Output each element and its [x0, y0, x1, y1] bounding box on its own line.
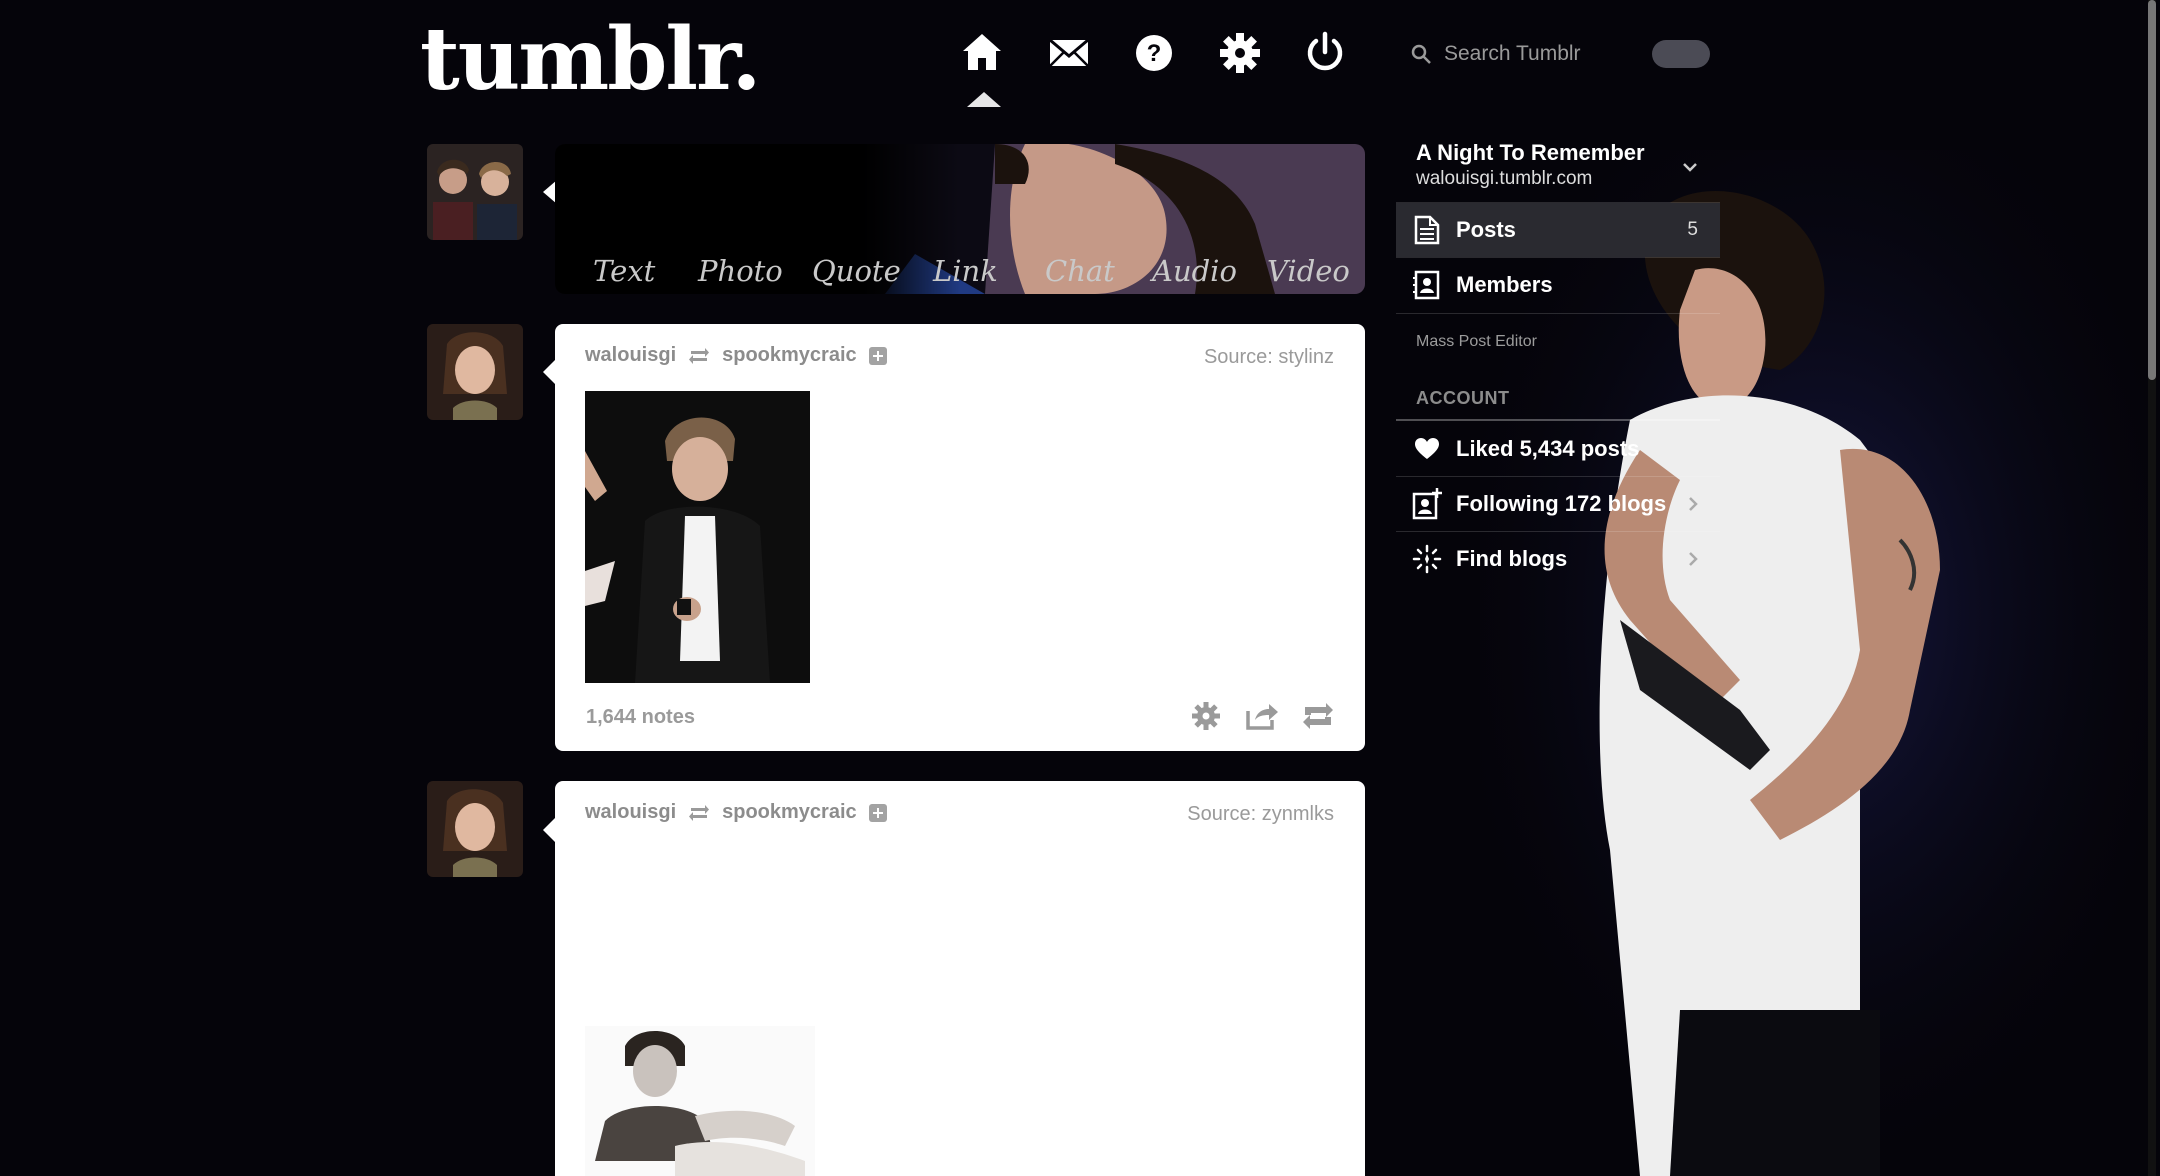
divider	[1396, 313, 1720, 314]
post-avatar[interactable]	[427, 324, 523, 420]
avatar-pointer	[543, 818, 555, 842]
chevron-right-icon	[1689, 497, 1698, 511]
post-header: walouisgi spookmycraic	[585, 344, 887, 367]
blog-title: A Night To Remember	[1416, 140, 1645, 165]
scrollbar-thumb[interactable]	[2148, 0, 2156, 380]
post-author-link[interactable]: walouisgi	[585, 801, 676, 824]
sidebar-item-liked[interactable]: Liked 5,434 posts	[1396, 422, 1720, 476]
post-card: walouisgi spookmycraic Source: zynmlks	[555, 781, 1365, 1176]
search-input[interactable]	[1444, 40, 1644, 68]
post-avatar-image	[427, 781, 523, 877]
post-type-photo[interactable]: Photo	[698, 254, 783, 288]
blog-avatar-image	[427, 144, 523, 240]
reblog-icon[interactable]	[1301, 701, 1335, 731]
heart-icon	[1412, 434, 1442, 464]
blog-switcher[interactable]: A Night To Remember walouisgi.tumblr.com	[1396, 130, 1720, 200]
post-settings-icon[interactable]	[1189, 701, 1223, 731]
post-source[interactable]: Source: stylinz	[1204, 346, 1334, 369]
sidebar-item-label: Posts	[1456, 217, 1516, 242]
sidebar-item-find-blogs[interactable]: Find blogs	[1396, 532, 1720, 586]
active-nav-indicator	[967, 92, 1001, 107]
sidebar-item-label: Members	[1456, 272, 1553, 297]
post-header: walouisgi spookmycraic	[585, 801, 887, 824]
post-avatar-image	[427, 324, 523, 420]
divider	[1396, 419, 1720, 421]
post-card: walouisgi spookmycraic Source: stylinz 1…	[555, 324, 1365, 751]
mass-post-editor-link[interactable]: Mass Post Editor	[1416, 333, 1537, 351]
home-icon[interactable]	[959, 30, 1005, 76]
post-notes[interactable]: 1,644 notes	[586, 706, 695, 729]
following-icon	[1412, 488, 1442, 520]
post-photo[interactable]	[585, 1026, 815, 1176]
chevron-right-icon	[1689, 552, 1698, 566]
post-source[interactable]: Source: zynmlks	[1187, 803, 1334, 826]
post-type-link[interactable]: Link	[933, 254, 998, 288]
post-type-quote[interactable]: Quote	[812, 254, 901, 288]
follow-plus-icon[interactable]	[868, 346, 887, 365]
post-type-text[interactable]: Text	[593, 254, 655, 288]
compass-icon	[1412, 544, 1442, 574]
follow-plus-icon[interactable]	[868, 803, 887, 822]
reblogged-from-link[interactable]: spookmycraic	[722, 801, 857, 824]
chevron-down-icon	[1683, 163, 1697, 172]
post-type-video[interactable]: Video	[1267, 254, 1350, 288]
members-icon	[1412, 270, 1442, 300]
blog-avatar[interactable]	[427, 144, 523, 240]
messages-icon[interactable]	[1046, 30, 1092, 76]
share-icon[interactable]	[1245, 701, 1279, 731]
post-photo[interactable]	[585, 391, 810, 683]
help-icon[interactable]: ?	[1131, 30, 1177, 76]
sidebar-item-posts[interactable]: Posts 5	[1396, 203, 1720, 257]
reblog-small-icon	[689, 347, 710, 364]
reblogged-from-link[interactable]: spookmycraic	[722, 344, 857, 367]
blog-url: walouisgi.tumblr.com	[1416, 168, 1593, 189]
post-avatar[interactable]	[427, 781, 523, 877]
sidebar-item-members[interactable]: Members	[1396, 258, 1720, 312]
account-section-header: ACCOUNT	[1416, 388, 1510, 408]
logout-icon[interactable]	[1302, 30, 1348, 76]
post-author-link[interactable]: walouisgi	[585, 344, 676, 367]
scrollbar[interactable]	[2148, 0, 2156, 1176]
tumblr-logo[interactable]: tumblr.	[420, 10, 761, 110]
svg-text:?: ?	[1147, 40, 1162, 67]
sidebar-item-label: Liked 5,434 posts	[1456, 436, 1640, 461]
post-type-chat[interactable]: Chat	[1045, 254, 1115, 288]
avatar-pointer	[543, 360, 555, 384]
post-type-audio[interactable]: Audio	[1152, 254, 1237, 288]
search-icon	[1411, 44, 1431, 64]
reblog-small-icon	[689, 804, 710, 821]
settings-icon[interactable]	[1217, 30, 1263, 76]
sidebar-item-label: Following 172 blogs	[1456, 491, 1667, 516]
sidebar-item-label: Find blogs	[1456, 546, 1568, 571]
posts-count: 5	[1687, 219, 1698, 240]
post-actions	[1189, 701, 1335, 731]
document-icon	[1412, 215, 1442, 245]
search-toggle[interactable]	[1652, 40, 1710, 68]
post-type-menu: Text Photo Quote Link Chat Audio Video	[555, 144, 1365, 294]
sidebar-item-following[interactable]: Following 172 blogs	[1396, 477, 1720, 531]
